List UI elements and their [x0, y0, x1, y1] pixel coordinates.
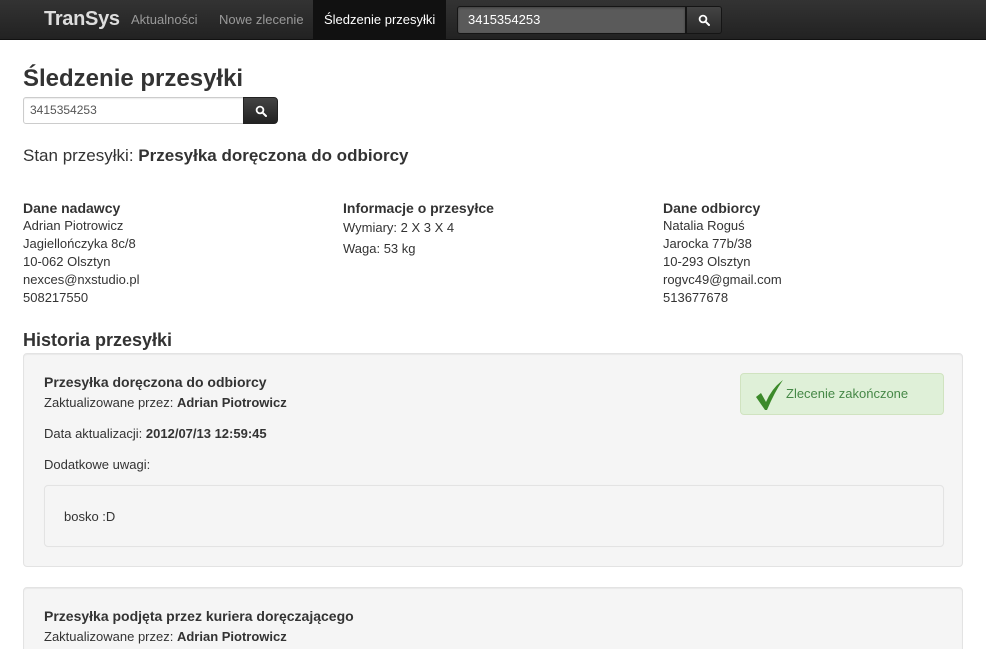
- sender-phone: 508217550: [23, 290, 89, 305]
- sender-street: Jagiellończyka 8c/8: [23, 236, 136, 251]
- history-entry-updated-by: Zaktualizowane przez: Adrian Piotrowicz: [44, 628, 287, 646]
- updated-by-label: Zaktualizowane przez:: [44, 629, 174, 644]
- date-label: Data aktualizacji:: [44, 426, 143, 441]
- page-title: Śledzenie przesyłki: [23, 65, 244, 92]
- history-entry: Przesyłka doręczona do odbiorcy Zaktuali…: [23, 353, 963, 567]
- notes-text: bosko :D: [64, 509, 116, 524]
- tracking-search-button[interactable]: [243, 97, 278, 124]
- recipient-email: rogvc49@gmail.com: [663, 272, 782, 287]
- tracking-search-input[interactable]: 3415354253: [23, 97, 244, 124]
- nav-item-tracking[interactable]: Śledzenie przesyłki: [324, 11, 435, 29]
- recipient-phone: 513677678: [663, 290, 729, 305]
- top-navbar: TranSys Aktualności Nowe zlecenie Śledze…: [0, 0, 986, 40]
- parcel-dimensions: Wymiary: 2 X 3 X 4: [343, 220, 455, 235]
- history-entry-title: Przesyłka podjęta przez kuriera doręczaj…: [44, 608, 354, 624]
- history-entry-updated-by: Zaktualizowane przez: Adrian Piotrowicz: [44, 394, 287, 412]
- notes-label: Dodatkowe uwagi:: [44, 457, 151, 472]
- updated-by-label: Zaktualizowane przez:: [44, 395, 174, 410]
- notes-box: bosko :D: [44, 485, 944, 547]
- history-entry-title: Przesyłka doręczona do odbiorcy: [44, 374, 267, 390]
- shipment-status: Stan przesyłki: Przesyłka doręczona do o…: [23, 145, 408, 167]
- recipient-title: Dane odbiorcy: [663, 200, 761, 216]
- recipient-city: 10-293 Olsztyn: [663, 254, 751, 269]
- completed-badge-label: Zlecenie zakończone: [786, 386, 909, 401]
- sender-email: nexces@nxstudio.pl: [23, 272, 140, 287]
- status-label: Stan przesyłki:: [23, 146, 134, 165]
- recipient-street: Jarocka 77b/38: [663, 236, 752, 251]
- brand-logo[interactable]: TranSys: [44, 8, 120, 30]
- status-value: Przesyłka doręczona do odbiorcy: [138, 146, 409, 165]
- navbar-search-input[interactable]: 3415354253: [457, 6, 686, 34]
- parcel-info-title: Informacje o przesyłce: [343, 200, 494, 216]
- nav-item-new-order[interactable]: Nowe zlecenie: [219, 11, 304, 29]
- sender-city: 10-062 Olsztyn: [23, 254, 111, 269]
- history-entry: Przesyłka podjęta przez kuriera doręczaj…: [23, 587, 963, 649]
- parcel-info: Informacje o przesyłce Wymiary: 2 X 3 X …: [343, 199, 643, 259]
- updated-by-value: Adrian Piotrowicz: [176, 395, 287, 410]
- history-entry-date: Data aktualizacji: 2012/07/13 12:59:45: [44, 425, 267, 443]
- nav-item-news[interactable]: Aktualności: [131, 11, 197, 29]
- completed-badge: Zlecenie zakończone: [740, 373, 944, 415]
- search-icon: [698, 14, 710, 26]
- sender-name: Adrian Piotrowicz: [23, 218, 124, 233]
- parcel-weight: Waga: 53 kg: [343, 241, 416, 256]
- search-icon: [255, 105, 267, 117]
- sender-title: Dane nadawcy: [23, 200, 121, 216]
- history-title: Historia przesyłki: [23, 330, 173, 350]
- recipient-name: Natalia Roguś: [663, 218, 745, 233]
- date-value: 2012/07/13 12:59:45: [145, 426, 267, 441]
- updated-by-value: Adrian Piotrowicz: [176, 629, 287, 644]
- navbar-search-button[interactable]: [686, 6, 722, 34]
- checkmark-icon: [756, 380, 783, 410]
- sender-details: Dane nadawcy Adrian Piotrowicz Jagielloń…: [23, 199, 323, 307]
- recipient-details: Dane odbiorcy Natalia Roguś Jarocka 77b/…: [663, 199, 963, 307]
